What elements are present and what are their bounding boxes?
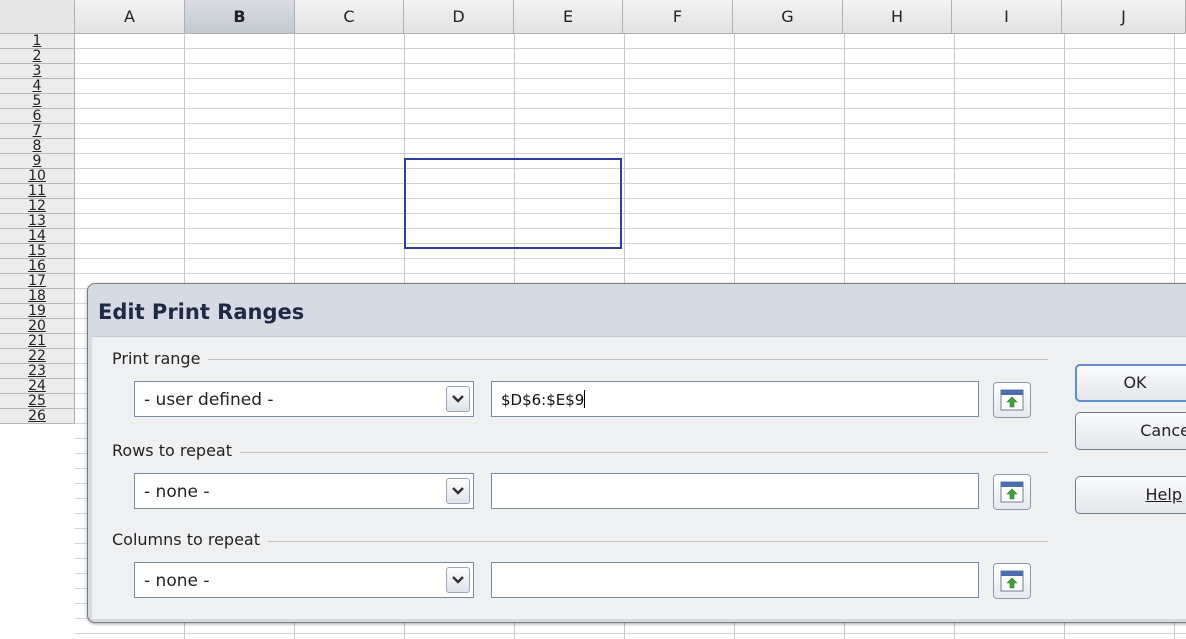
selected-cell-range[interactable] xyxy=(404,158,622,249)
row-header[interactable]: 8 xyxy=(0,139,75,154)
column-header-d[interactable]: D xyxy=(404,0,514,34)
columns-to-repeat-dropdown[interactable]: - none - xyxy=(134,562,474,598)
ok-button-label: OK xyxy=(1123,373,1147,392)
shrink-dialog-icon xyxy=(1000,389,1024,411)
shrink-dialog-icon xyxy=(1000,481,1024,503)
column-header-e[interactable]: E xyxy=(514,0,623,34)
dialog-body: Print range - user defined - $D$6:$E$9 R… xyxy=(92,336,1186,619)
print-range-field[interactable]: $D$6:$E$9 xyxy=(491,381,979,417)
row-header[interactable]: 19 xyxy=(0,304,75,319)
group-separator xyxy=(112,452,1048,453)
row-header[interactable]: 11 xyxy=(0,184,75,199)
row-header[interactable]: 14 xyxy=(0,229,75,244)
rows-to-repeat-dropdown-value: - none - xyxy=(144,482,210,502)
columns-to-repeat-shrink-button[interactable] xyxy=(993,563,1031,599)
column-header-g[interactable]: G xyxy=(733,0,843,34)
print-range-value: $D$6:$E$9 xyxy=(501,391,585,409)
columns-to-repeat-label: Columns to repeat xyxy=(112,530,268,549)
column-header-a[interactable]: A xyxy=(75,0,185,34)
row-header[interactable]: 9 xyxy=(0,154,75,169)
row-header[interactable]: 2 xyxy=(0,49,75,64)
print-range-dropdown-value: - user defined - xyxy=(144,390,274,410)
row-header[interactable]: 4 xyxy=(0,79,75,94)
row-header[interactable]: 22 xyxy=(0,349,75,364)
group-separator xyxy=(112,359,1048,360)
row-header[interactable]: 20 xyxy=(0,319,75,334)
columns-to-repeat-field[interactable] xyxy=(491,562,979,598)
shrink-dialog-icon xyxy=(1000,570,1024,592)
print-range-shrink-button[interactable] xyxy=(993,382,1031,418)
row-header[interactable]: 25 xyxy=(0,394,75,409)
columns-to-repeat-dropdown-value: - none - xyxy=(144,571,210,591)
select-all-corner[interactable] xyxy=(0,0,75,34)
dialog-title: Edit Print Ranges xyxy=(98,300,305,324)
row-header[interactable]: 3 xyxy=(0,64,75,79)
ok-button[interactable]: OK xyxy=(1075,364,1186,402)
rows-to-repeat-label: Rows to repeat xyxy=(112,441,240,460)
row-header[interactable]: 7 xyxy=(0,124,75,139)
help-button[interactable]: Help xyxy=(1075,476,1186,514)
print-range-dropdown[interactable]: - user defined - xyxy=(134,381,474,417)
column-header-i[interactable]: I xyxy=(952,0,1062,34)
row-header[interactable]: 24 xyxy=(0,379,75,394)
cancel-button-label: Cance xyxy=(1140,421,1186,440)
column-header-f[interactable]: F xyxy=(623,0,733,34)
column-header-c[interactable]: C xyxy=(295,0,404,34)
column-header-j[interactable]: J xyxy=(1062,0,1186,34)
row-header[interactable]: 16 xyxy=(0,259,75,274)
chevron-down-icon[interactable] xyxy=(446,386,470,412)
row-header[interactable]: 21 xyxy=(0,334,75,349)
rows-to-repeat-field[interactable] xyxy=(491,473,979,509)
edit-print-ranges-dialog: Edit Print Ranges Print range - user def… xyxy=(87,283,1186,623)
rows-to-repeat-dropdown[interactable]: - none - xyxy=(134,473,474,509)
row-header[interactable]: 15 xyxy=(0,244,75,259)
row-header[interactable]: 1 xyxy=(0,34,75,49)
row-header[interactable]: 18 xyxy=(0,289,75,304)
print-range-label: Print range xyxy=(112,349,209,368)
row-header[interactable]: 12 xyxy=(0,199,75,214)
row-header[interactable]: 5 xyxy=(0,94,75,109)
row-header[interactable]: 17 xyxy=(0,274,75,289)
help-button-label: Help xyxy=(1145,485,1182,504)
row-header[interactable]: 6 xyxy=(0,109,75,124)
row-header[interactable]: 13 xyxy=(0,214,75,229)
column-headers: A B C D E F G H I J xyxy=(75,0,1186,34)
column-header-b[interactable]: B xyxy=(185,0,295,34)
cancel-button[interactable]: Cance xyxy=(1075,412,1186,450)
row-header[interactable]: 26 xyxy=(0,409,75,424)
row-header[interactable]: 23 xyxy=(0,364,75,379)
rows-to-repeat-shrink-button[interactable] xyxy=(993,474,1031,510)
chevron-down-icon[interactable] xyxy=(446,567,470,593)
text-caret xyxy=(584,390,586,408)
row-header[interactable]: 10 xyxy=(0,169,75,184)
column-header-h[interactable]: H xyxy=(843,0,952,34)
chevron-down-icon[interactable] xyxy=(446,478,470,504)
